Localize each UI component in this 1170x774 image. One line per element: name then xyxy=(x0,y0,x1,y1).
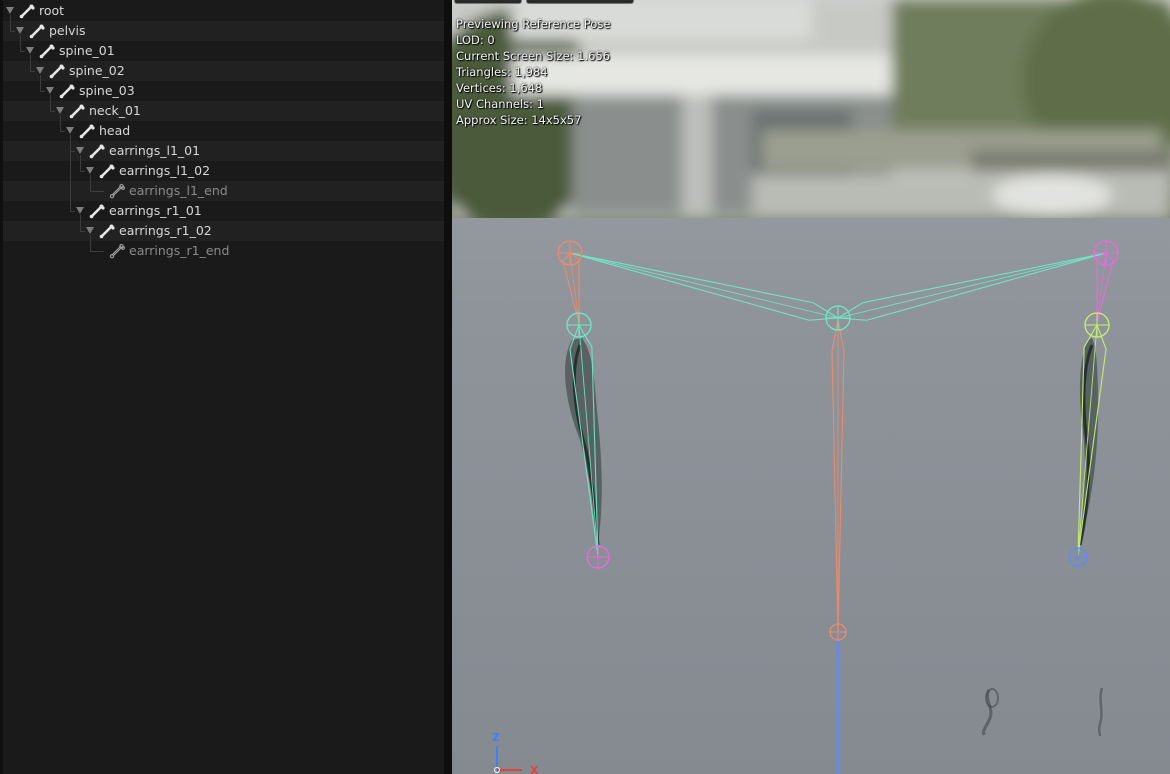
bone-icon xyxy=(109,183,126,199)
viewport-stat-line: Current Screen Size: 1.656 xyxy=(456,49,611,63)
bone-icon xyxy=(99,223,115,239)
tree-guide-line xyxy=(90,251,104,252)
bone-icon xyxy=(59,83,75,99)
bone-name-label: neck_01 xyxy=(89,103,141,118)
tree-guide-line xyxy=(40,75,41,91)
viewport-stat-line: Previewing Reference Pose xyxy=(456,17,611,31)
tree-guide-line xyxy=(10,15,11,31)
tree-guide-line xyxy=(30,71,35,72)
tree-guide-line xyxy=(40,91,45,92)
ground-shadow xyxy=(982,689,993,736)
tree-guide-line xyxy=(50,111,55,112)
bone-icon xyxy=(89,143,105,159)
tree-guide-line xyxy=(60,115,61,131)
tree-guide-line xyxy=(20,35,21,51)
tree-guide-line xyxy=(60,131,65,132)
expand-arrow-icon[interactable] xyxy=(86,227,94,234)
skeleton-tree-row[interactable]: root xyxy=(3,1,444,21)
bone-name-label: earrings_r1_02 xyxy=(119,223,212,238)
skeleton-tree-row[interactable]: earrings_r1_02 xyxy=(3,221,444,241)
viewport-mode-button[interactable] xyxy=(526,0,634,4)
tree-guide-line xyxy=(80,155,81,171)
viewport-stat-line: Triangles: 1,984 xyxy=(456,65,548,79)
tree-guide-line xyxy=(90,191,104,192)
tree-guide-line xyxy=(90,175,91,191)
bone-name-label: spine_03 xyxy=(79,83,135,98)
viewport-stats: Previewing Reference Pose LOD: 0 Current S… xyxy=(456,16,610,128)
skeleton-tree-panel: root pelvis spine_01 spine_02 spine_03 neck_0… xyxy=(0,0,444,774)
preview-viewport[interactable]: Z X Previewing Reference Pose LOD: 0 Curren… xyxy=(452,0,1170,774)
viewport-stat-line: LOD: 0 xyxy=(456,33,495,47)
expand-arrow-icon[interactable] xyxy=(66,127,74,134)
ground-shadow xyxy=(1097,687,1104,737)
expand-arrow-icon[interactable] xyxy=(76,147,84,154)
tree-guide-line xyxy=(70,211,75,212)
bone-name-label: spine_02 xyxy=(69,63,125,78)
skeleton-tree-row[interactable]: spine_02 xyxy=(3,61,444,81)
bone-axis-line xyxy=(837,252,1107,319)
tree-guide-line xyxy=(70,135,71,211)
viewport-stat-line: UV Channels: 1 xyxy=(456,97,544,111)
bone-name-label: spine_01 xyxy=(59,43,115,58)
bone-icon xyxy=(29,23,45,39)
bone-icon xyxy=(49,63,65,79)
skeleton-tree-row[interactable]: pelvis xyxy=(3,21,444,41)
skeleton-tree-row[interactable]: spine_03 xyxy=(3,81,444,101)
tree-guide-line xyxy=(30,55,31,71)
expand-arrow-icon[interactable] xyxy=(76,207,84,214)
expand-arrow-icon[interactable] xyxy=(16,27,24,34)
expand-arrow-icon[interactable] xyxy=(6,7,14,14)
bone-icon xyxy=(39,43,55,59)
skeleton-tree-row[interactable]: neck_01 xyxy=(3,101,444,121)
expand-arrow-icon[interactable] xyxy=(46,87,54,94)
tree-guide-line xyxy=(50,95,51,111)
bone-name-label: earrings_l1_01 xyxy=(109,143,201,158)
bone-name-label: head xyxy=(99,123,131,138)
bone-icon xyxy=(69,103,85,119)
skeleton-tree-row[interactable]: earrings_r1_end xyxy=(3,241,444,261)
tree-guide-line xyxy=(80,231,85,232)
expand-arrow-icon[interactable] xyxy=(36,67,44,74)
tree-guide-line xyxy=(20,51,25,52)
skeleton-tree-row[interactable]: spine_01 xyxy=(3,41,444,61)
expand-arrow-icon[interactable] xyxy=(56,107,64,114)
bone-icon xyxy=(109,243,126,259)
tree-guide-line xyxy=(90,235,91,251)
tree-guide-line xyxy=(80,171,85,172)
panel-splitter[interactable] xyxy=(444,0,452,774)
viewport-stat-line: Vertices: 1,648 xyxy=(456,81,543,95)
bone-icon xyxy=(99,163,115,179)
x-axis-label: X xyxy=(530,764,539,774)
bone-name-label: earrings_l1_end xyxy=(129,183,228,198)
tree-guide-line xyxy=(10,31,15,32)
bone-icon xyxy=(89,203,105,219)
earring-right-mesh xyxy=(1079,338,1098,545)
viewport-options-button[interactable] xyxy=(454,0,522,4)
bone-axis-line xyxy=(569,252,839,319)
bone-name-label: earrings_l1_02 xyxy=(119,163,211,178)
viewport-stat-line: Approx Size: 14x5x57 xyxy=(456,113,582,127)
bone-icon xyxy=(19,3,35,19)
bone-icon xyxy=(79,123,95,139)
expand-arrow-icon[interactable] xyxy=(86,167,94,174)
bone-name-label: pelvis xyxy=(49,23,86,38)
z-axis-label: Z xyxy=(492,731,500,744)
expand-arrow-icon[interactable] xyxy=(26,47,34,54)
bone-name-label: earrings_r1_01 xyxy=(109,203,202,218)
bone-name-label: root xyxy=(39,3,65,18)
tree-guide-line xyxy=(80,215,81,231)
bone-name-label: earrings_r1_end xyxy=(129,243,230,258)
